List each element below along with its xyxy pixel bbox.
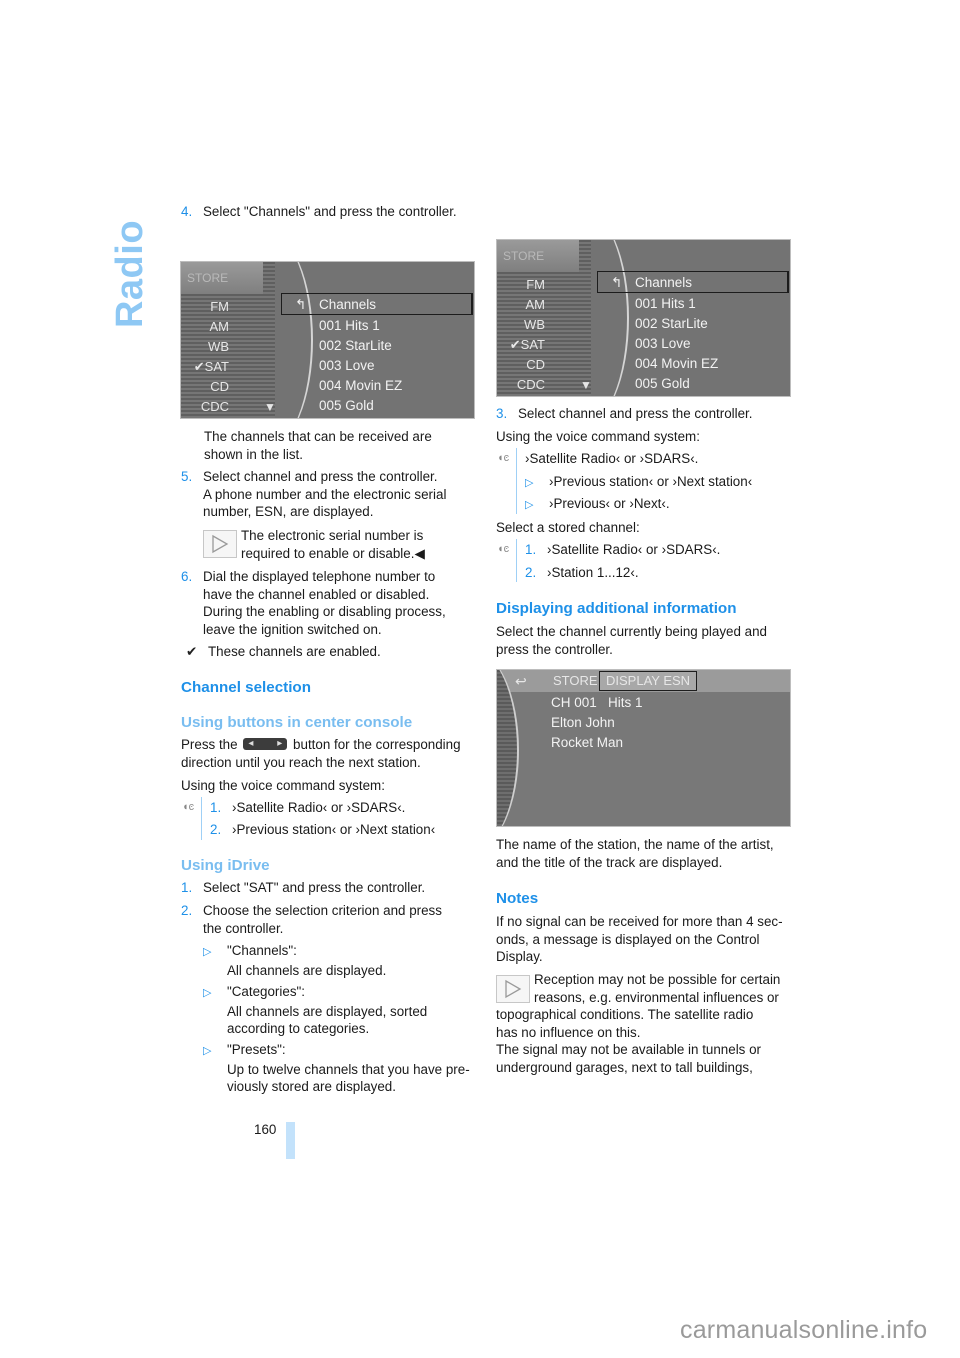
band-cdc: CDC bbox=[200, 399, 229, 414]
channels-header: Channels bbox=[635, 275, 693, 290]
voice-commands-left: ◖ͼ 1. ›Satellite Radio‹ or ›SDARS‹. 2. ›Pr… bbox=[182, 797, 435, 840]
channel-item: 005 Gold bbox=[319, 398, 374, 413]
idrive-step-1: 1. Select "SAT" and press the controller. bbox=[181, 880, 426, 895]
heading-additional-info: Displaying additional information bbox=[496, 600, 737, 617]
step-6: 6. Dial the displayed telephone number to… bbox=[181, 569, 446, 637]
band-cdc: CDC bbox=[516, 377, 545, 392]
note-icon bbox=[496, 975, 530, 1003]
band-sat: ✔SAT bbox=[193, 359, 229, 374]
channel-item: 003 Love bbox=[635, 336, 691, 351]
voice-intro-left: Using the voice command system: bbox=[181, 778, 385, 793]
channel-item: 002 StarLite bbox=[319, 338, 392, 353]
band-sat: ✔SAT bbox=[509, 337, 545, 352]
criterion-categories: ▷ "Categories": All channels are displaye… bbox=[203, 984, 428, 1037]
channel-item: 003 Love bbox=[319, 358, 375, 373]
band-fm: FM bbox=[526, 277, 545, 292]
section-tab-label: Radio bbox=[109, 219, 152, 329]
back-arrow-icon: ↰ bbox=[295, 297, 307, 312]
voice-step: 1. ›Satellite Radio‹ or ›SDARS‹. bbox=[210, 800, 406, 815]
band-fm: FM bbox=[210, 299, 229, 314]
band-cd: CD bbox=[526, 357, 545, 372]
menu-arc bbox=[497, 670, 519, 826]
idrive-screenshot-channels: STORE FM AM WB ✔SAT CD CDC ↰ Channels 00… bbox=[180, 261, 475, 419]
band-cd: CD bbox=[210, 379, 229, 394]
idrive-screenshot-channels-2: STORE FM AM WB ✔SAT CD CDC ↰ Channels 00… bbox=[496, 239, 791, 397]
station-artist-text: The name of the station, the name of the… bbox=[496, 837, 774, 870]
check-icon: ✔ bbox=[193, 359, 205, 374]
channel-item: 001 Hits 1 bbox=[319, 318, 380, 333]
heading-notes: Notes bbox=[496, 890, 539, 907]
step-5: 5. Select channel and press the controlle… bbox=[181, 469, 447, 520]
step-3: 3. Select channel and press the controlle… bbox=[496, 406, 753, 421]
voice-command: ›Satellite Radio‹ or ›SDARS‹. bbox=[525, 451, 699, 466]
back-arrow-icon: ↰ bbox=[611, 275, 623, 290]
seek-button-icon bbox=[243, 735, 288, 753]
store-tab: STORE bbox=[181, 262, 263, 294]
bullet-triangle-icon: ▷ bbox=[203, 946, 212, 958]
heading-channel-selection: Channel selection bbox=[181, 679, 311, 696]
scroll-down-icon: ▼ bbox=[264, 400, 276, 414]
channel-info: CH 001 Hits 1 bbox=[551, 695, 643, 710]
criterion-channels: ▷ "Channels": All channels are displayed. bbox=[203, 943, 387, 978]
heading-using-idrive: Using iDrive bbox=[181, 857, 270, 874]
band-am: AM bbox=[525, 297, 546, 312]
page-number: 160 bbox=[254, 1122, 277, 1137]
reception-note-first: Reception may not be possible for certai… bbox=[534, 972, 781, 1005]
additional-info-text: Select the channel currently being playe… bbox=[496, 624, 767, 657]
bullet-triangle-icon: ▷ bbox=[525, 477, 534, 489]
criterion-presets: ▷ "Presets": Up to twelve channels that y… bbox=[203, 1042, 470, 1095]
voice-commands-right: ◖ͼ ›Satellite Radio‹ or ›SDARS‹. ▷ ›Previ… bbox=[497, 448, 752, 514]
channel-item: 004 Movin EZ bbox=[319, 378, 403, 393]
section-tab: Radio bbox=[108, 220, 154, 328]
selection-highlight bbox=[281, 293, 473, 315]
voice-step: 2. ›Station 1...12‹. bbox=[525, 565, 639, 580]
voice-bullet: ▷ ›Previous station‹ or ›Next station‹ bbox=[525, 473, 752, 493]
voice-step: 1. ›Satellite Radio‹ or ›SDARS‹. bbox=[525, 542, 721, 557]
voice-command-icon: ◖ͼ bbox=[497, 543, 510, 555]
voice-command-icon: ◖ͼ bbox=[497, 452, 510, 464]
checkmark-icon: ✔ bbox=[186, 644, 198, 659]
heading-using-buttons: Using buttons in center console bbox=[181, 714, 413, 731]
watermark: carmanualsonline.info bbox=[680, 1316, 928, 1344]
bullet-triangle-icon: ▷ bbox=[203, 1045, 212, 1057]
reception-note-rest: topographical conditions. The satellite … bbox=[496, 1007, 761, 1075]
display-esn-menu-item: DISPLAY ESN bbox=[599, 671, 698, 691]
channel-item: 002 StarLite bbox=[635, 316, 708, 331]
bullet-triangle-icon: ▷ bbox=[525, 499, 534, 511]
voice-step: 2. ›Previous station‹ or ›Next station‹ bbox=[210, 822, 436, 837]
enabled-channels-note: ✔ These channels are enabled. bbox=[186, 644, 381, 659]
voice-command-icon: ◖ͼ bbox=[182, 801, 195, 813]
scroll-down-icon: ▼ bbox=[580, 378, 592, 392]
page-marker-bar bbox=[286, 1122, 295, 1159]
store-menu-item: STORE bbox=[553, 673, 598, 688]
track-info: Rocket Man bbox=[551, 735, 624, 750]
step-4: 4. Select "Channels" and press the contro… bbox=[181, 204, 457, 219]
buttons-paragraph: Press the button for the corresponding d… bbox=[181, 735, 461, 771]
check-icon: ✔ bbox=[509, 337, 521, 352]
artist-info: Elton John bbox=[551, 715, 615, 730]
band-wb: WB bbox=[208, 339, 229, 354]
store-tab: STORE bbox=[497, 240, 579, 272]
bullet-triangle-icon: ▷ bbox=[203, 987, 212, 999]
note-icon bbox=[203, 530, 237, 558]
band-wb: WB bbox=[524, 317, 545, 332]
esn-note-text: The electronic serial number is required … bbox=[241, 528, 425, 561]
idrive-screenshot-esn: ↩ STORE DISPLAY ESN CH 001 Hits 1 Elton … bbox=[496, 669, 791, 827]
voice-bullet: ▷ ›Previous‹ or ›Next‹. bbox=[525, 495, 670, 515]
notes-paragraph: If no signal can be received for more th… bbox=[496, 914, 783, 965]
stored-channel-commands: ◖ͼ 1. ›Satellite Radio‹ or ›SDARS‹. 2. ›St… bbox=[497, 539, 720, 582]
channels-header: Channels bbox=[319, 297, 377, 312]
channel-item: 004 Movin EZ bbox=[635, 356, 719, 371]
back-icon: ↩ bbox=[515, 673, 527, 689]
selection-highlight bbox=[597, 271, 789, 293]
band-am: AM bbox=[209, 319, 230, 334]
idrive-step-2: 2. Choose the selection criterion and pre… bbox=[181, 903, 442, 936]
voice-intro-right: Using the voice command system: bbox=[496, 429, 700, 444]
channel-item: 001 Hits 1 bbox=[635, 296, 696, 311]
channel-item: 005 Gold bbox=[635, 376, 690, 391]
channels-received-text: The channels that can be received are sho… bbox=[204, 429, 432, 462]
stored-channel-intro: Select a stored channel: bbox=[496, 520, 640, 535]
